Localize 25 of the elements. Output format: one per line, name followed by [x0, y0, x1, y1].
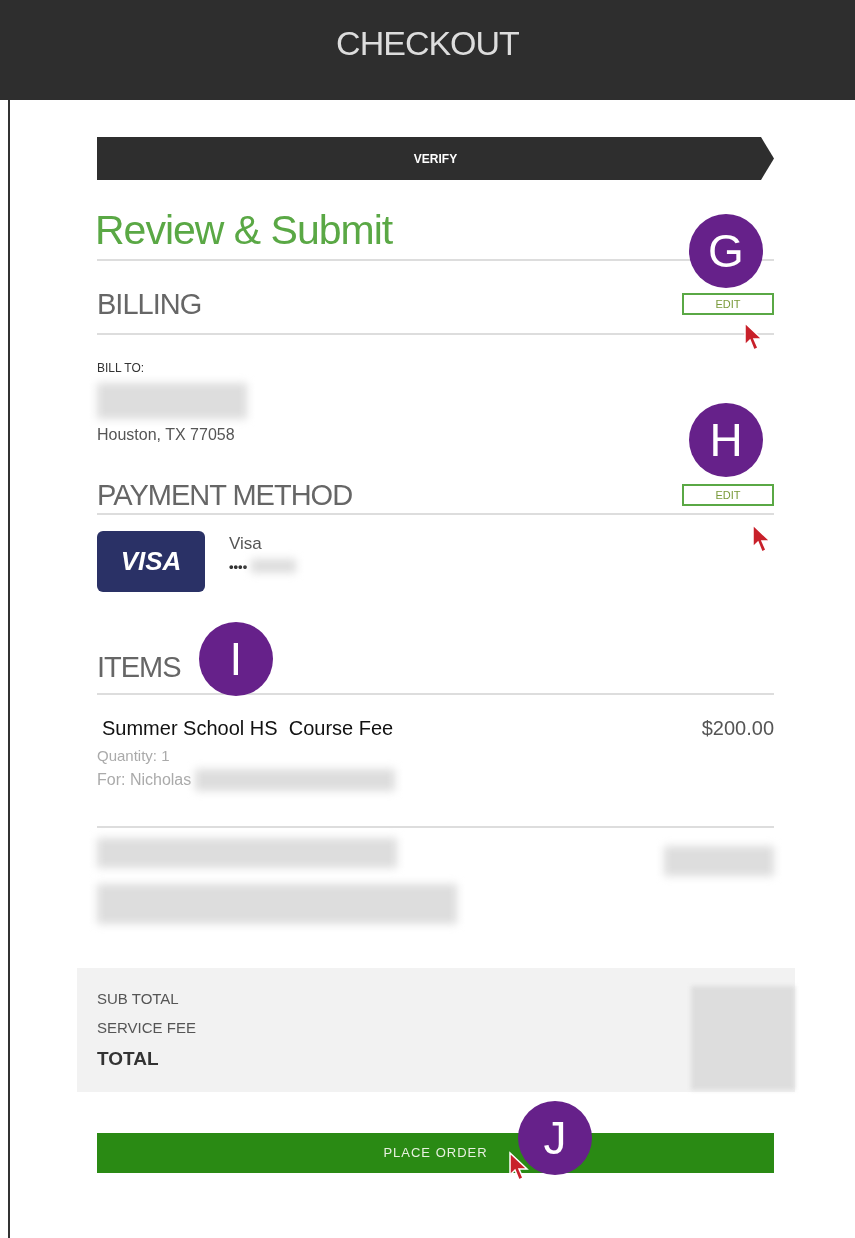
blurred-redaction: [251, 559, 297, 574]
section-heading: PAYMENT METHOD: [97, 480, 353, 510]
section-heading: BILLING: [97, 289, 202, 319]
summary-label: SERVICE FEE: [97, 1017, 196, 1038]
edit-button[interactable]: EDIT: [682, 484, 774, 507]
page-title: Review & Submit: [95, 206, 393, 255]
card-number-mask: ••••: [229, 557, 248, 576]
item-recipient: For: Nicholas: [97, 770, 192, 791]
edit-button[interactable]: EDIT: [682, 293, 774, 316]
callout-badge: H: [689, 403, 763, 478]
card-name: Visa: [229, 533, 263, 556]
address-line: Houston, TX 77058: [97, 425, 235, 446]
item-name: Summer School HS Course Fee: [102, 716, 394, 742]
section-heading: ITEMS: [97, 653, 181, 683]
callout-badge: G: [689, 214, 763, 289]
summary-label: SUB TOTAL: [97, 989, 180, 1010]
page-header-title: CHECKOUT: [336, 23, 519, 64]
callout-badge: J: [518, 1101, 592, 1176]
callout-badge: I: [199, 622, 273, 697]
field-label: BILL TO:: [97, 360, 145, 378]
item-price: $200.00: [701, 716, 774, 742]
total-label: TOTAL: [97, 1047, 160, 1072]
card-logo: VISA: [97, 531, 205, 593]
item-quantity: Quantity: 1: [97, 746, 170, 767]
progress-step: VERIFY: [97, 137, 774, 180]
